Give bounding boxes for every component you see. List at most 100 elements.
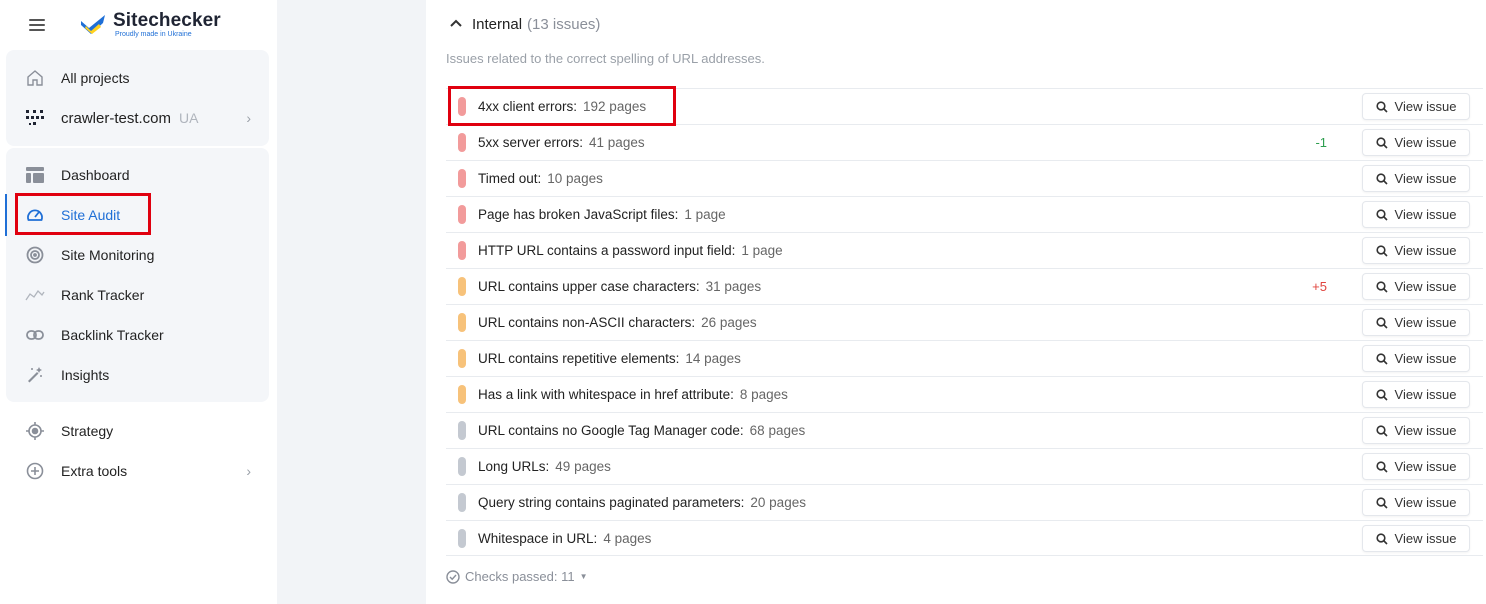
- issue-title: URL contains non-ASCII characters: 26 pag…: [478, 315, 757, 330]
- view-issue-label: View issue: [1394, 531, 1457, 546]
- checks-passed-label: Checks passed: 11: [465, 569, 575, 584]
- search-icon: [1375, 244, 1388, 257]
- checks-passed-toggle[interactable]: Checks passed: 11 ▼: [446, 569, 588, 584]
- project-name: crawler-test.com: [61, 109, 172, 127]
- severity-indicator: [458, 277, 466, 296]
- issue-name: URL contains repetitive elements:: [478, 351, 680, 366]
- issue-name: 4xx client errors:: [478, 99, 578, 114]
- severity-indicator: [458, 97, 466, 116]
- sidebar: Sitechecker Proudly made in Ukraine All …: [0, 0, 277, 604]
- project-name-wrap: crawler-test.com UA: [61, 110, 198, 127]
- issue-title: Query string contains paginated paramete…: [478, 495, 806, 510]
- nav-site-monitoring[interactable]: Site Monitoring: [6, 235, 269, 275]
- target-icon: [25, 421, 45, 441]
- issue-row[interactable]: 4xx client errors: 192 pages View issue: [446, 88, 1483, 124]
- issue-page-count: 10 pages: [547, 171, 603, 186]
- section-toggle[interactable]: Internal (13 issues): [450, 13, 600, 35]
- severity-indicator: [458, 457, 466, 476]
- view-issue-label: View issue: [1394, 423, 1457, 438]
- view-issue-button[interactable]: View issue: [1362, 237, 1470, 264]
- section-title: Internal: [472, 15, 523, 33]
- issue-row[interactable]: Whitespace in URL: 4 pages View issue: [446, 520, 1483, 556]
- issue-title: URL contains no Google Tag Manager code:…: [478, 423, 805, 438]
- issue-name: URL contains non-ASCII characters:: [478, 315, 696, 330]
- issue-page-count: 41 pages: [589, 135, 645, 150]
- view-issue-label: View issue: [1394, 243, 1457, 258]
- main-content: Internal (13 issues) Issues related to t…: [426, 0, 1486, 604]
- view-issue-button[interactable]: View issue: [1362, 273, 1470, 300]
- nav-rank-tracker[interactable]: Rank Tracker: [6, 275, 269, 315]
- view-issue-label: View issue: [1394, 387, 1457, 402]
- nav-dashboard[interactable]: Dashboard: [6, 155, 269, 195]
- project-selector[interactable]: crawler-test.com UA ›: [6, 98, 269, 138]
- view-issue-button[interactable]: View issue: [1362, 201, 1470, 228]
- view-issue-button[interactable]: View issue: [1362, 345, 1470, 372]
- nav-extra-tools[interactable]: Extra tools ›: [6, 451, 269, 491]
- issue-title: Has a link with whitespace in href attri…: [478, 387, 788, 402]
- search-icon: [1375, 352, 1388, 365]
- view-issue-button[interactable]: View issue: [1362, 165, 1470, 192]
- issue-delta: -1: [1315, 135, 1327, 150]
- view-issue-button[interactable]: View issue: [1362, 417, 1470, 444]
- issue-row[interactable]: 5xx server errors: 41 pages -1 View issue: [446, 124, 1483, 160]
- view-issue-label: View issue: [1394, 171, 1457, 186]
- severity-indicator: [458, 385, 466, 404]
- logo[interactable]: Sitechecker Proudly made in Ukraine: [79, 9, 259, 41]
- issue-page-count: 1 page: [741, 243, 783, 258]
- view-issue-label: View issue: [1394, 135, 1457, 150]
- chevron-up-icon: [450, 19, 462, 27]
- severity-indicator: [458, 313, 466, 332]
- nav-label: Site Monitoring: [61, 247, 155, 263]
- issue-name: Query string contains paginated paramete…: [478, 495, 745, 510]
- issue-page-count: 49 pages: [555, 459, 611, 474]
- caret-down-icon: ▼: [579, 572, 588, 581]
- issue-row[interactable]: URL contains upper case characters: 31 pa…: [446, 268, 1483, 304]
- nav-strategy[interactable]: Strategy: [6, 411, 269, 451]
- severity-indicator: [458, 241, 466, 260]
- view-issue-button[interactable]: View issue: [1362, 525, 1470, 552]
- project-favicon-icon: [25, 108, 45, 128]
- issue-row[interactable]: Query string contains paginated paramete…: [446, 484, 1483, 520]
- nav-backlink-tracker[interactable]: Backlink Tracker: [6, 315, 269, 355]
- search-icon: [1375, 424, 1388, 437]
- view-issue-label: View issue: [1394, 351, 1457, 366]
- menu-icon[interactable]: [29, 19, 45, 31]
- issue-row[interactable]: URL contains non-ASCII characters: 26 pag…: [446, 304, 1483, 340]
- issue-row[interactable]: Has a link with whitespace in href attri…: [446, 376, 1483, 412]
- active-indicator: [5, 194, 7, 236]
- issue-row[interactable]: URL contains repetitive elements: 14 page…: [446, 340, 1483, 376]
- issue-row[interactable]: Long URLs: 49 pages View issue: [446, 448, 1483, 484]
- view-issue-button[interactable]: View issue: [1362, 93, 1470, 120]
- nav-label: Backlink Tracker: [61, 327, 164, 343]
- nav-site-audit[interactable]: Site Audit: [6, 195, 269, 235]
- view-issue-button[interactable]: View issue: [1362, 489, 1470, 516]
- view-issue-button[interactable]: View issue: [1362, 129, 1470, 156]
- issue-name: URL contains upper case characters:: [478, 279, 700, 294]
- issue-delta: +5: [1312, 279, 1327, 294]
- view-issue-label: View issue: [1394, 459, 1457, 474]
- issue-row[interactable]: URL contains no Google Tag Manager code:…: [446, 412, 1483, 448]
- issue-title: 4xx client errors: 192 pages: [478, 99, 646, 114]
- nav-label: Rank Tracker: [61, 287, 145, 303]
- issue-row[interactable]: Timed out: 10 pages View issue: [446, 160, 1483, 196]
- magic-wand-icon: [25, 365, 45, 385]
- issue-title: Long URLs: 49 pages: [478, 459, 611, 474]
- issue-row[interactable]: HTTP URL contains a password input field…: [446, 232, 1483, 268]
- brand-tagline: Proudly made in Ukraine: [115, 31, 192, 38]
- issue-page-count: 68 pages: [749, 423, 806, 438]
- issue-row[interactable]: Page has broken JavaScript files: 1 page V…: [446, 196, 1483, 232]
- brand-name: Sitechecker: [113, 10, 221, 31]
- view-issue-label: View issue: [1394, 279, 1457, 294]
- nav-all-projects[interactable]: All projects: [6, 58, 269, 98]
- trend-icon: [25, 285, 45, 305]
- issue-title: Timed out: 10 pages: [478, 171, 603, 186]
- view-issue-label: View issue: [1394, 315, 1457, 330]
- search-icon: [1375, 100, 1388, 113]
- view-issue-button[interactable]: View issue: [1362, 453, 1470, 480]
- issues-list: 4xx client errors: 192 pages View issue 5xx…: [446, 88, 1483, 556]
- view-issue-button[interactable]: View issue: [1362, 309, 1470, 336]
- severity-indicator: [458, 493, 466, 512]
- issue-page-count: 192 pages: [583, 99, 647, 114]
- view-issue-button[interactable]: View issue: [1362, 381, 1470, 408]
- nav-insights[interactable]: Insights: [6, 355, 269, 395]
